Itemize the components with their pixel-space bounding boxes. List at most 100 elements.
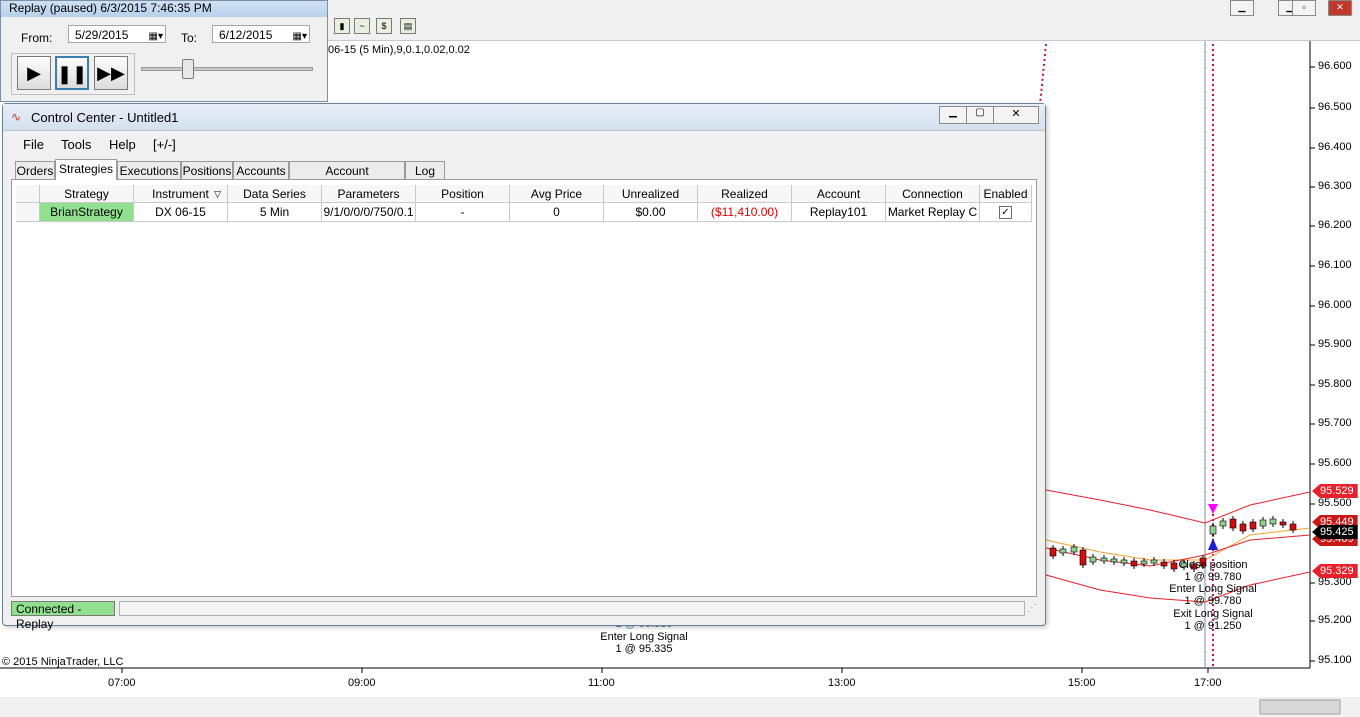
play-button[interactable]: ▶	[17, 56, 51, 90]
candle-body	[1249, 521, 1257, 530]
price-tick-label: 95.500	[1318, 497, 1352, 509]
tab-log[interactable]: Log	[405, 161, 445, 179]
column-header-avg-price[interactable]: Avg Price	[510, 185, 604, 203]
tab-orders[interactable]: Orders	[15, 161, 55, 179]
properties-icon[interactable]: ▤	[400, 18, 416, 34]
from-date-field[interactable]: 5/29/2015 ▦▾	[68, 25, 166, 43]
column-header-connection[interactable]: Connection	[886, 185, 980, 203]
price-tick-label: 96.500	[1318, 101, 1352, 113]
signal-text-enter-long: Enter Long Signal	[600, 631, 688, 643]
menu-expand[interactable]: [+/-]	[153, 137, 176, 152]
cell-account[interactable]: Replay101	[792, 203, 886, 222]
menu-help[interactable]: Help	[109, 137, 136, 152]
menu-file[interactable]: File	[23, 137, 44, 152]
candle-body	[1070, 546, 1078, 553]
chart-line-icon[interactable]: ~	[354, 18, 370, 34]
price-tick-label: 95.900	[1318, 338, 1352, 350]
cell-data-series[interactable]: 5 Min	[228, 203, 322, 222]
calendar-dropdown-icon[interactable]: ▦▾	[149, 28, 163, 46]
time-tick-label: 15:00	[1068, 677, 1096, 689]
price-tick-label: 96.300	[1318, 180, 1352, 192]
price-tick-label: 96.600	[1318, 60, 1352, 72]
tab-executions[interactable]: Executions	[117, 161, 181, 179]
signal-enter-long: Enter Long Signal	[1169, 583, 1257, 595]
dollar-icon[interactable]: $	[376, 18, 392, 34]
column-header-parameters[interactable]: Parameters	[322, 185, 416, 203]
cell-parameters[interactable]: 9/1/0/0/0/750/0.1	[322, 203, 416, 222]
chart-series-label: 06-15 (5 Min),9,0.1,0.02,0.02	[328, 44, 470, 56]
chart-close-icon[interactable]: ✕	[1328, 0, 1352, 16]
cell-instrument[interactable]: DX 06-15	[134, 203, 228, 222]
candle-body	[1059, 548, 1067, 554]
cell-position[interactable]: -	[416, 203, 510, 222]
cell-connection[interactable]: Market Replay C	[886, 203, 980, 222]
candle-body	[1219, 520, 1227, 527]
fast-forward-button[interactable]: ▶▶	[94, 56, 128, 90]
close-icon[interactable]: ✕	[993, 106, 1039, 124]
sort-indicator-icon: ▽	[214, 189, 221, 199]
ninjatrader-logo-icon: ∿	[11, 110, 22, 124]
control-center-window: ∿ Control Center - Untitled1 ▁ ▢ ✕ File …	[2, 103, 1046, 631]
column-header-realized[interactable]: Realized	[698, 185, 792, 203]
resize-grip-icon[interactable]: ⋰	[1027, 603, 1037, 614]
price-tick-label: 96.400	[1318, 141, 1352, 153]
signal-exit-qty: 1 @ 91.250	[1184, 620, 1242, 632]
chart-minimize-button[interactable]: ▁	[1230, 0, 1254, 16]
calendar-dropdown-icon[interactable]: ▦▾	[293, 28, 307, 46]
scrollbar-thumb[interactable]	[1259, 699, 1341, 715]
strategies-grid: Strategy Instrument ▽ Data Series Parame…	[11, 179, 1037, 597]
from-date-value: 5/29/2015	[75, 28, 129, 42]
enabled-checkbox[interactable]: ✓	[999, 206, 1012, 220]
column-header-unrealized[interactable]: Unrealized	[604, 185, 698, 203]
maximize-icon[interactable]: ▢	[966, 106, 994, 124]
pause-button[interactable]: ❚❚	[55, 56, 89, 90]
cell-realized[interactable]: ($11,410.00)	[698, 203, 792, 222]
time-tick-label: 17:00	[1194, 677, 1222, 689]
candle-body	[1239, 523, 1247, 532]
menu-tools[interactable]: Tools	[61, 137, 91, 152]
cell-avg-price[interactable]: 0	[510, 203, 604, 222]
minimize-icon[interactable]: ▁	[939, 106, 967, 124]
control-center-menubar: File Tools Help [+/-]	[3, 131, 1045, 155]
chart-toolbar: ▮ ~ $ ▤ ▁ ▁ ▫ ✕	[328, 0, 1360, 41]
price-tick-label: 96.000	[1318, 299, 1352, 311]
candle-body	[1279, 521, 1287, 526]
grid-row-header-corner	[16, 185, 40, 203]
row-header[interactable]	[16, 203, 40, 222]
candlestick-style-icon[interactable]: ▮	[334, 18, 350, 34]
cell-unrealized[interactable]: $0.00	[604, 203, 698, 222]
price-tag-upper: 95.529	[1312, 484, 1358, 498]
time-tick-label: 11:00	[588, 677, 615, 689]
tab-strategies[interactable]: Strategies	[55, 159, 117, 180]
candle-body	[1130, 560, 1138, 567]
tab-account-performance[interactable]: Account Performance	[289, 161, 405, 196]
candle-body	[1120, 559, 1128, 564]
control-center-titlebar: ∿ Control Center - Untitled1 ▁ ▢ ✕	[3, 104, 1045, 131]
candle-body	[1289, 523, 1297, 531]
speed-slider-thumb[interactable]	[181, 59, 194, 79]
candle-body	[1079, 549, 1087, 566]
column-header-data-series[interactable]: Data Series	[228, 185, 322, 203]
column-header-strategy[interactable]: Strategy	[40, 185, 134, 203]
candle-body	[1140, 560, 1148, 565]
status-bar: Connected - Replay ⋰	[11, 601, 1037, 631]
tab-accounts[interactable]: Accounts	[233, 161, 289, 179]
signal-enter-qty: 1 @ 99.780	[1184, 595, 1242, 607]
speed-slider-track[interactable]	[141, 67, 313, 71]
cell-enabled[interactable]: ✓	[980, 203, 1032, 222]
cell-strategy[interactable]: BrianStrategy	[40, 203, 134, 222]
price-tick-label: 96.100	[1318, 259, 1352, 271]
replay-title: Replay (paused) 6/3/2015 7:46:35 PM	[1, 1, 327, 17]
time-tick-label: 09:00	[348, 677, 376, 689]
horizontal-scrollbar[interactable]	[0, 697, 1360, 717]
column-header-position[interactable]: Position	[416, 185, 510, 203]
column-header-account[interactable]: Account	[792, 185, 886, 203]
column-header-instrument[interactable]: Instrument ▽	[134, 185, 228, 203]
time-tick-label: 13:00	[828, 677, 856, 689]
to-date-field[interactable]: 6/12/2015 ▦▾	[212, 25, 310, 43]
signal-exit-long: Exit Long Signal	[1173, 608, 1253, 620]
tab-positions[interactable]: Positions	[181, 161, 233, 179]
candle-body	[1259, 519, 1267, 527]
chart-restore-icon[interactable]: ▫	[1292, 0, 1316, 16]
column-header-enabled[interactable]: Enabled	[980, 185, 1032, 203]
